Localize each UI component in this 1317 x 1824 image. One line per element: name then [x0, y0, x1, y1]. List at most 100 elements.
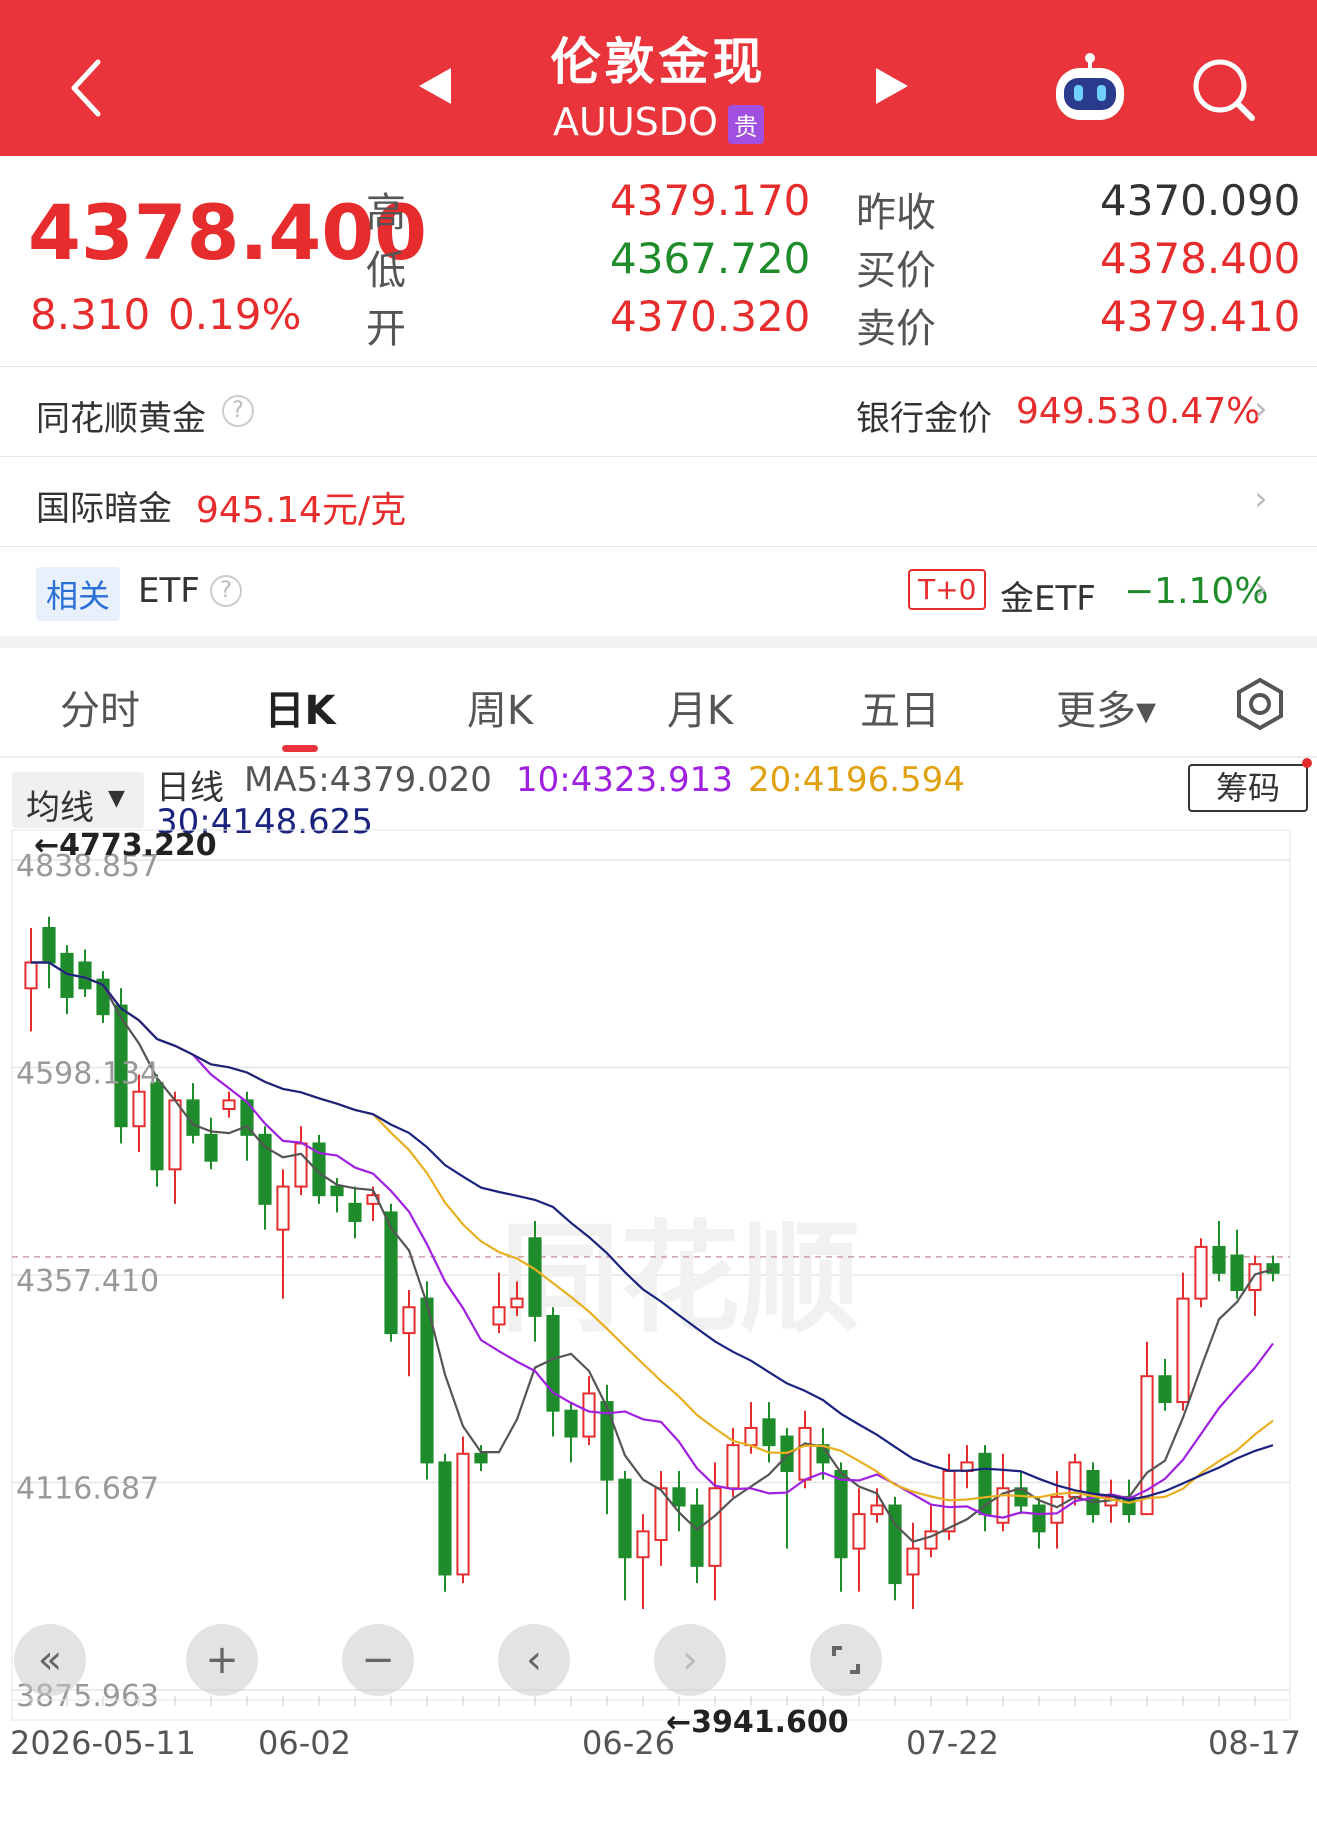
candle-body	[1212, 1245, 1226, 1274]
section-divider	[0, 636, 1317, 648]
scroll-left-button[interactable]: ‹	[498, 1624, 570, 1696]
candle-body	[24, 961, 38, 990]
candle-body	[384, 1211, 398, 1335]
chart-settings-button[interactable]	[1232, 676, 1288, 732]
related-etf-row[interactable]: 相关 ETF ? T+0 金ETF −1.10% ›	[0, 546, 1317, 636]
gold-etf-pct: −1.10%	[1124, 571, 1269, 612]
candle-body	[1032, 1504, 1046, 1533]
candle-body	[492, 1306, 506, 1326]
gear-icon	[1237, 677, 1283, 731]
candle-body	[330, 1185, 344, 1197]
candle-body	[1248, 1263, 1262, 1292]
candle-body	[870, 1504, 884, 1516]
candle-body	[204, 1133, 218, 1162]
zoom-in-button[interactable]: +	[186, 1624, 258, 1696]
candle-body	[672, 1487, 686, 1507]
robot-assistant-button[interactable]	[1050, 52, 1130, 126]
tab-five-day[interactable]: 五日	[840, 678, 960, 736]
candle-body	[1158, 1375, 1172, 1404]
bid-value: 4378.400	[1100, 234, 1301, 283]
candle-body	[636, 1530, 650, 1559]
ask-label: 卖价	[856, 306, 936, 352]
candle-body	[348, 1202, 362, 1223]
candle-body	[564, 1409, 578, 1438]
tab-divider	[0, 756, 1317, 758]
x-tick-label: 06-26	[582, 1724, 675, 1762]
candle-body	[276, 1185, 290, 1231]
candle-body	[762, 1418, 776, 1447]
y-tick-label: 4357.410	[16, 1264, 159, 1299]
triangle-right-icon	[876, 68, 908, 104]
candle-body	[132, 1090, 146, 1128]
low-value: 4367.720	[610, 234, 811, 283]
candle-body	[690, 1504, 704, 1567]
help-icon[interactable]: ?	[222, 395, 254, 427]
candle-body	[744, 1426, 758, 1447]
candle-body	[1194, 1245, 1208, 1300]
price-change: 8.310	[30, 290, 151, 339]
help-icon[interactable]: ?	[210, 575, 242, 607]
candle-body	[546, 1314, 560, 1412]
chevron-right-icon: ›	[1254, 569, 1268, 609]
x-tick-label: 08-17	[1208, 1724, 1301, 1762]
candle-body	[456, 1452, 470, 1576]
candle-body	[1140, 1375, 1154, 1516]
candle-body	[906, 1547, 920, 1576]
candle-body	[708, 1487, 722, 1567]
candle-body	[150, 1082, 164, 1171]
x-tick-label: 06-02	[258, 1724, 351, 1762]
candle-body	[510, 1297, 524, 1309]
candle-body	[726, 1444, 740, 1490]
low-label: 低	[366, 248, 406, 294]
bank-gold-value: 949.53	[1016, 391, 1142, 432]
candle-body	[78, 961, 92, 990]
ask-value: 4379.410	[1100, 292, 1301, 341]
open-label: 开	[366, 306, 406, 352]
candle-body	[294, 1142, 308, 1188]
candle-body	[528, 1237, 542, 1317]
tab-more[interactable]: 更多▾	[1036, 678, 1176, 736]
min-price-label: ←3941.600	[666, 1705, 849, 1740]
tab-monthly-k[interactable]: 月K	[640, 678, 760, 736]
y-tick-label: 4116.687	[16, 1472, 159, 1507]
next-instrument-button[interactable]	[872, 64, 912, 108]
zoom-out-button[interactable]: −	[342, 1624, 414, 1696]
bank-gold-label: 银行金价	[856, 399, 992, 439]
ths-gold-label: 同花顺黄金	[36, 399, 206, 439]
instrument-code-text: AUUSDO	[553, 100, 718, 144]
high-value: 4379.170	[610, 176, 811, 225]
scroll-left-fast-button[interactable]: «	[14, 1624, 86, 1696]
candle-body	[618, 1478, 632, 1559]
candle-body	[852, 1513, 866, 1550]
chevron-right-icon: ›	[1254, 389, 1268, 429]
precious-metal-badge: 贵	[727, 105, 764, 144]
open-value: 4370.320	[610, 292, 811, 341]
candle-body	[258, 1133, 272, 1205]
price-change-pct: 0.19%	[168, 290, 302, 339]
candle-body	[834, 1470, 848, 1559]
fullscreen-button[interactable]	[810, 1624, 882, 1696]
prev-close-label: 昨收	[856, 190, 936, 236]
search-icon	[1193, 59, 1255, 121]
candle-body	[222, 1099, 236, 1110]
ths-gold-row[interactable]: 同花顺黄金 ? 银行金价 949.53 0.47% ›	[0, 366, 1317, 456]
chevron-right-icon: ›	[1254, 479, 1268, 519]
active-tab-indicator	[282, 745, 318, 752]
intl-dark-label: 国际暗金	[36, 489, 172, 529]
tab-daily-k[interactable]: 日K	[240, 678, 360, 736]
prev-close-value: 4370.090	[1100, 176, 1301, 225]
bid-label: 买价	[856, 248, 936, 294]
candle-body	[42, 926, 56, 964]
intl-dark-gold-row[interactable]: 国际暗金 945.14元/克 ›	[0, 456, 1317, 546]
tab-weekly-k[interactable]: 周K	[440, 678, 560, 736]
max-price-label: ←4773.220	[34, 828, 217, 863]
candle-body	[402, 1306, 416, 1335]
tab-intraday[interactable]: 分时	[40, 678, 160, 736]
high-label: 高	[366, 190, 406, 236]
y-tick-label: 4598.134	[16, 1057, 159, 1092]
candle-body	[582, 1392, 596, 1438]
search-button[interactable]	[1190, 56, 1260, 126]
t0-tag: T+0	[908, 569, 987, 610]
scroll-right-button[interactable]: ›	[654, 1624, 726, 1696]
candle-body	[798, 1426, 812, 1481]
